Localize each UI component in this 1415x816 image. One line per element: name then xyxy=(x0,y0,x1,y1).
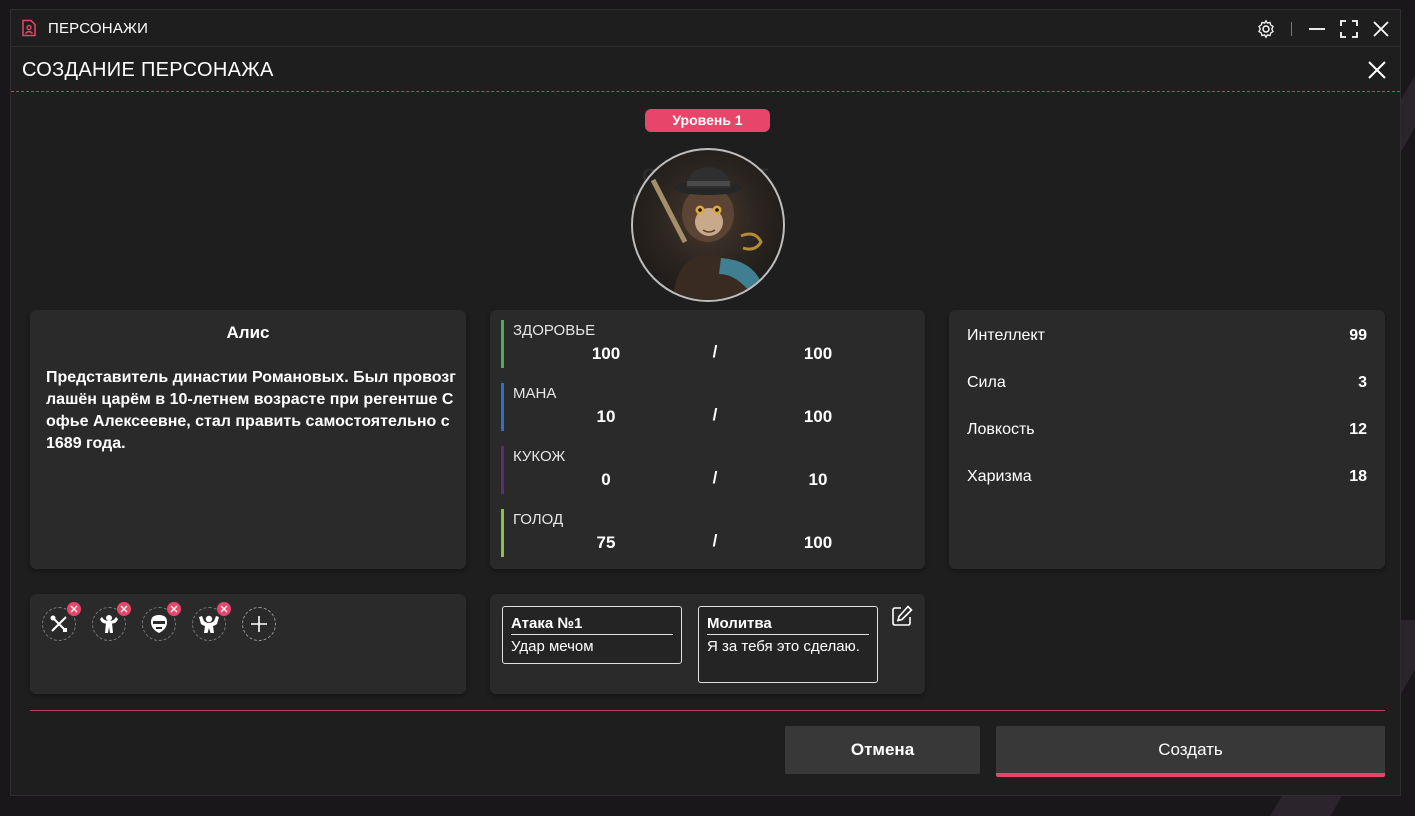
action-title: Молитва xyxy=(707,615,772,632)
action-text: Удар мечом xyxy=(511,638,594,655)
panel-title: СОЗДАНИЕ ПЕРСОНАЖА xyxy=(22,59,274,81)
close-window-button[interactable] xyxy=(1370,18,1392,40)
trait-slot[interactable] xyxy=(42,602,81,641)
action-card[interactable]: Атака №1 Удар мечом xyxy=(502,606,682,664)
mask-face-icon xyxy=(151,615,167,633)
resource-color-bar xyxy=(501,509,504,557)
resource-current[interactable]: 10 xyxy=(561,407,651,427)
character-description: Представитель династии Романовых. Был пр… xyxy=(46,369,456,452)
resource-row-health: ЗДОРОВЬЕ 100 / 100 xyxy=(501,320,911,369)
actions-card: Атака №1 Удар мечом Молитва Я за тебя эт… xyxy=(490,594,925,694)
resource-max[interactable]: 100 xyxy=(773,407,863,427)
character-name: Алис xyxy=(226,323,270,342)
action-divider xyxy=(511,634,673,635)
resource-max[interactable]: 100 xyxy=(773,533,863,553)
resource-row-hunger: ГОЛОД 75 / 100 xyxy=(501,509,911,558)
gear-icon xyxy=(1258,19,1274,38)
footer-divider xyxy=(30,710,1385,711)
resource-color-bar xyxy=(501,383,504,431)
level-badge: Уровень 1 xyxy=(645,109,770,132)
stat-row-charisma: Харизма 18 xyxy=(967,468,1367,492)
crossed-tools-icon xyxy=(50,615,67,632)
character-avatar[interactable] xyxy=(631,148,785,302)
resource-label: ГОЛОД xyxy=(513,511,564,528)
close-icon xyxy=(120,605,128,613)
resource-separator: / xyxy=(712,468,718,487)
close-icon xyxy=(220,605,228,613)
resource-max[interactable]: 100 xyxy=(773,344,863,364)
trait-slot[interactable] xyxy=(192,602,231,641)
stat-row-agility: Ловкость 12 xyxy=(967,421,1367,445)
action-text: Я за тебя это сделаю. xyxy=(707,638,860,655)
resource-label: МАНА xyxy=(513,385,557,402)
action-divider xyxy=(707,634,869,635)
resource-separator: / xyxy=(712,531,718,550)
resource-label: ЗДОРОВЬЕ xyxy=(513,322,596,339)
fullscreen-icon xyxy=(1340,19,1358,38)
character-description-card: Алис Представитель династии Романовых. Б… xyxy=(30,310,466,569)
resource-row-mana: МАНА 10 / 100 xyxy=(501,383,911,432)
attributes-card: Интеллект 99 Сила 3 Ловкость 12 Харизма … xyxy=(949,310,1385,569)
stat-label: Сила xyxy=(967,374,1006,391)
resource-current[interactable]: 100 xyxy=(561,344,651,364)
stat-value[interactable]: 3 xyxy=(1358,374,1367,392)
trait-slot[interactable] xyxy=(142,602,181,641)
close-icon xyxy=(1373,20,1389,37)
resource-current[interactable]: 75 xyxy=(561,533,651,553)
stat-label: Интеллект xyxy=(967,327,1045,344)
trait-slot[interactable] xyxy=(92,602,131,641)
resource-color-bar xyxy=(501,320,504,368)
create-button[interactable]: Создать xyxy=(996,726,1385,777)
plus-icon xyxy=(251,616,267,632)
strongman-icon xyxy=(100,615,118,633)
controls-divider xyxy=(1291,21,1292,36)
close-icon xyxy=(70,605,78,613)
stat-value[interactable]: 12 xyxy=(1349,421,1367,439)
remove-trait-button[interactable] xyxy=(167,602,181,616)
minimize-icon xyxy=(1309,27,1325,30)
add-trait-button[interactable] xyxy=(242,607,276,641)
stat-value[interactable]: 99 xyxy=(1349,327,1367,345)
panel-header: СОЗДАНИЕ ПЕРСОНАЖА xyxy=(11,48,1400,92)
close-icon xyxy=(170,605,178,613)
resource-separator: / xyxy=(712,342,718,361)
settings-button[interactable] xyxy=(1255,18,1277,40)
stat-label: Ловкость xyxy=(967,421,1035,438)
app-window: ПЕРСОНАЖИ СОЗДАНИЕ ПЕРСОНАЖА Уровень 1 А… xyxy=(10,9,1401,796)
traits-card xyxy=(30,594,466,694)
remove-trait-button[interactable] xyxy=(217,602,231,616)
stat-label: Харизма xyxy=(967,468,1032,485)
resource-row-kukozh: КУКОЖ 0 / 10 xyxy=(501,446,911,495)
document-person-icon xyxy=(22,19,36,37)
edit-icon[interactable] xyxy=(890,604,914,628)
maximize-button[interactable] xyxy=(1338,18,1360,40)
resource-current[interactable]: 0 xyxy=(561,470,651,490)
resources-card: ЗДОРОВЬЕ 100 / 100 МАНА 10 / 100 КУКОЖ 0… xyxy=(490,310,925,569)
app-title: ПЕРСОНАЖИ xyxy=(48,19,149,37)
resource-separator: / xyxy=(712,405,718,424)
window-controls xyxy=(1255,10,1392,47)
remove-trait-button[interactable] xyxy=(117,602,131,616)
resource-color-bar xyxy=(501,446,504,494)
action-card[interactable]: Молитва Я за тебя это сделаю. xyxy=(698,606,878,683)
title-bar: ПЕРСОНАЖИ xyxy=(11,10,1400,47)
resource-label: КУКОЖ xyxy=(513,448,566,465)
minimize-button[interactable] xyxy=(1306,18,1328,40)
flexing-figure-icon xyxy=(199,615,219,633)
stat-value[interactable]: 18 xyxy=(1349,468,1367,486)
close-panel-icon[interactable] xyxy=(1364,57,1390,83)
stat-row-intellect: Интеллект 99 xyxy=(967,327,1367,351)
resource-max[interactable]: 10 xyxy=(773,470,863,490)
remove-trait-button[interactable] xyxy=(67,602,81,616)
cancel-button[interactable]: Отмена xyxy=(785,726,980,774)
monkey-portrait-icon xyxy=(650,167,763,300)
action-title: Атака №1 xyxy=(511,615,583,632)
stat-row-strength: Сила 3 xyxy=(967,374,1367,398)
